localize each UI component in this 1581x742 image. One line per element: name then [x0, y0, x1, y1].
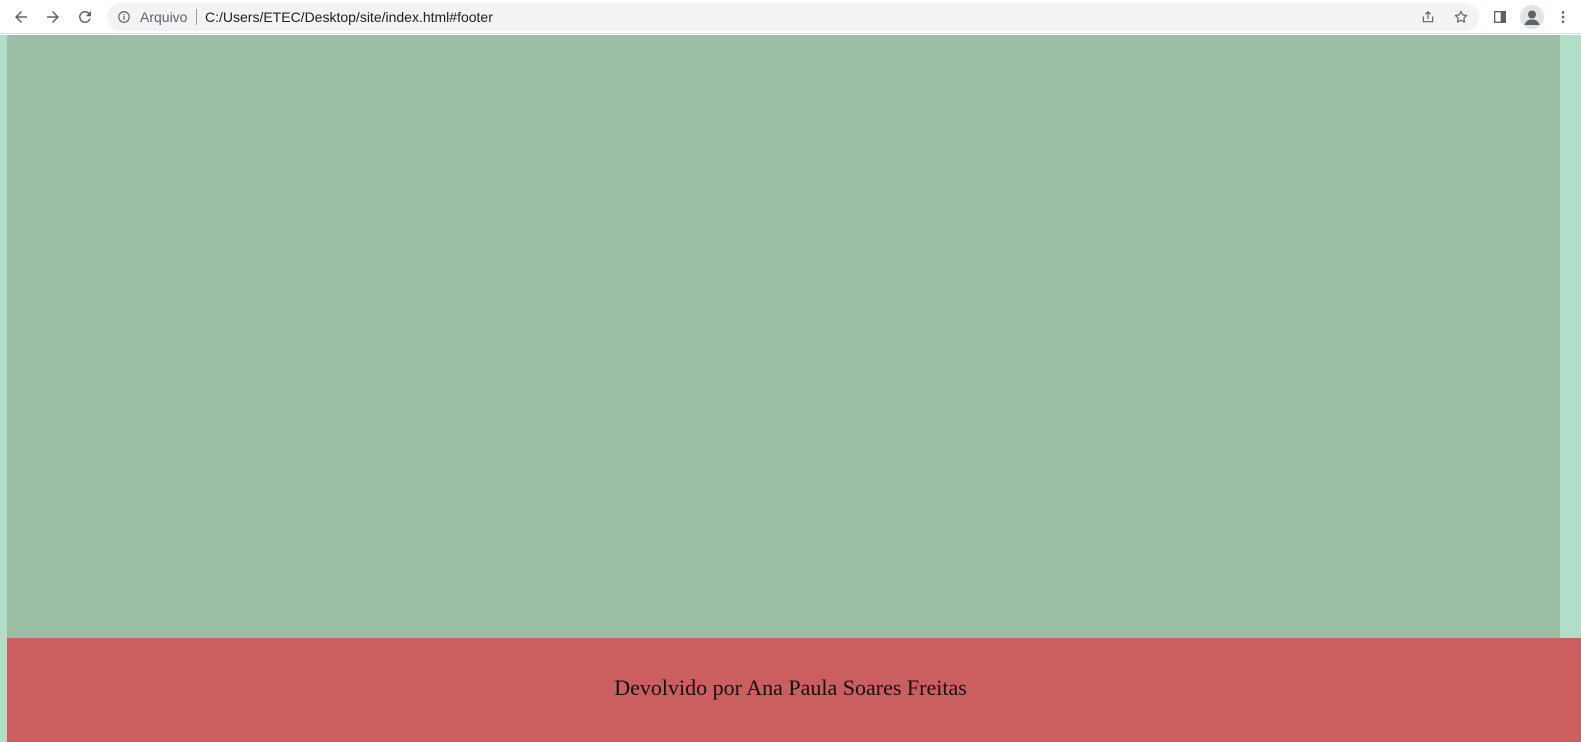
site-info-chip[interactable]: Arquivo — [140, 9, 187, 25]
page-viewport: Devolvido por Ana Paula Soares Freitas — [0, 35, 1581, 742]
content-section — [7, 35, 1560, 638]
person-icon — [1524, 10, 1540, 25]
reload-icon — [78, 10, 91, 23]
share-icon[interactable] — [1419, 8, 1437, 26]
browser-menu-button[interactable] — [1553, 5, 1573, 29]
reload-button[interactable] — [73, 5, 97, 29]
star-icon[interactable] — [1452, 8, 1470, 26]
forward-button[interactable] — [41, 5, 65, 29]
footer-credit-text: Devolvido por Ana Paula Soares Freitas — [614, 675, 967, 700]
chip-divider — [196, 9, 197, 25]
arrow-right-icon — [47, 11, 59, 23]
side-panel-button[interactable] — [1488, 5, 1512, 29]
address-bar[interactable]: Arquivo C:/Users/ETEC/Desktop/site/index… — [107, 3, 1479, 31]
vertical-dots-icon — [1561, 11, 1565, 23]
side-panel-icon — [1494, 11, 1506, 23]
browser-toolbar: Arquivo C:/Users/ETEC/Desktop/site/index… — [0, 0, 1581, 34]
info-icon[interactable] — [117, 10, 131, 24]
back-button[interactable] — [9, 5, 33, 29]
arrow-left-icon — [15, 11, 27, 23]
url-text[interactable]: C:/Users/ETEC/Desktop/site/index.html#fo… — [205, 9, 493, 25]
profile-avatar[interactable] — [1520, 5, 1544, 29]
